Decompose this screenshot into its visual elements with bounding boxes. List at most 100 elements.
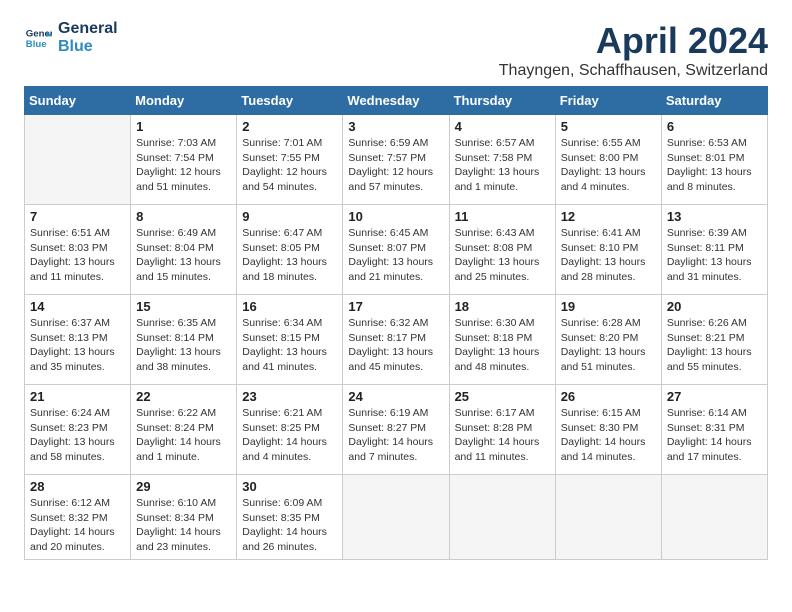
weekday-header-wednesday: Wednesday: [343, 87, 449, 115]
calendar-cell: 27 Sunrise: 6:14 AMSunset: 8:31 PMDayligh…: [661, 385, 767, 475]
calendar-cell: [25, 115, 131, 205]
calendar-cell: 8 Sunrise: 6:49 AMSunset: 8:04 PMDaylight…: [131, 205, 237, 295]
logo-general: General: [58, 20, 118, 38]
day-info: Sunrise: 6:24 AMSunset: 8:23 PMDaylight:…: [30, 406, 125, 465]
day-number: 10: [348, 209, 443, 224]
calendar-cell: 7 Sunrise: 6:51 AMSunset: 8:03 PMDaylight…: [25, 205, 131, 295]
day-info: Sunrise: 6:14 AMSunset: 8:31 PMDaylight:…: [667, 406, 762, 465]
day-info: Sunrise: 6:39 AMSunset: 8:11 PMDaylight:…: [667, 226, 762, 285]
calendar-cell: 19 Sunrise: 6:28 AMSunset: 8:20 PMDayligh…: [555, 295, 661, 385]
day-number: 7: [30, 209, 125, 224]
calendar-cell: 3Sunrise: 6:59 AMSunset: 7:57 PMDaylight…: [343, 115, 449, 205]
day-number: 20: [667, 299, 762, 314]
calendar-cell: 20 Sunrise: 6:26 AMSunset: 8:21 PMDayligh…: [661, 295, 767, 385]
calendar-cell: 13 Sunrise: 6:39 AMSunset: 8:11 PMDayligh…: [661, 205, 767, 295]
week-row-3: 14 Sunrise: 6:37 AMSunset: 8:13 PMDayligh…: [25, 295, 768, 385]
week-row-1: 1 Sunrise: 7:03 AMSunset: 7:54 PMDaylight…: [25, 115, 768, 205]
calendar-cell: 2 Sunrise: 7:01 AMSunset: 7:55 PMDaylight…: [237, 115, 343, 205]
calendar-cell: 17Sunrise: 6:32 AMSunset: 8:17 PMDayligh…: [343, 295, 449, 385]
day-info: Sunrise: 6:49 AMSunset: 8:04 PMDaylight:…: [136, 226, 231, 285]
calendar-cell: 24Sunrise: 6:19 AMSunset: 8:27 PMDayligh…: [343, 385, 449, 475]
day-number: 22: [136, 389, 231, 404]
calendar-cell: [661, 475, 767, 560]
day-info: Sunrise: 6:59 AMSunset: 7:57 PMDaylight:…: [348, 136, 443, 195]
page-header: General Blue General Blue April 2024 Tha…: [24, 20, 768, 80]
day-number: 4: [455, 119, 550, 134]
day-info: Sunrise: 6:30 AMSunset: 8:18 PMDaylight:…: [455, 316, 550, 375]
calendar-cell: 5 Sunrise: 6:55 AMSunset: 8:00 PMDaylight…: [555, 115, 661, 205]
calendar-cell: [343, 475, 449, 560]
day-number: 19: [561, 299, 656, 314]
day-number: 16: [242, 299, 337, 314]
day-number: 9: [242, 209, 337, 224]
calendar-cell: 12 Sunrise: 6:41 AMSunset: 8:10 PMDayligh…: [555, 205, 661, 295]
day-info: Sunrise: 6:10 AMSunset: 8:34 PMDaylight:…: [136, 496, 231, 555]
day-info: Sunrise: 6:26 AMSunset: 8:21 PMDaylight:…: [667, 316, 762, 375]
day-info: Sunrise: 6:21 AMSunset: 8:25 PMDaylight:…: [242, 406, 337, 465]
calendar-cell: 22Sunrise: 6:22 AMSunset: 8:24 PMDayligh…: [131, 385, 237, 475]
calendar-cell: 16 Sunrise: 6:34 AMSunset: 8:15 PMDayligh…: [237, 295, 343, 385]
calendar-cell: 30Sunrise: 6:09 AMSunset: 8:35 PMDayligh…: [237, 475, 343, 560]
day-info: Sunrise: 6:45 AMSunset: 8:07 PMDaylight:…: [348, 226, 443, 285]
calendar-cell: 6Sunrise: 6:53 AMSunset: 8:01 PMDaylight…: [661, 115, 767, 205]
calendar-cell: 11 Sunrise: 6:43 AMSunset: 8:08 PMDayligh…: [449, 205, 555, 295]
calendar-cell: 1 Sunrise: 7:03 AMSunset: 7:54 PMDaylight…: [131, 115, 237, 205]
weekday-header-friday: Friday: [555, 87, 661, 115]
day-info: Sunrise: 6:43 AMSunset: 8:08 PMDaylight:…: [455, 226, 550, 285]
day-number: 21: [30, 389, 125, 404]
day-info: Sunrise: 6:35 AMSunset: 8:14 PMDaylight:…: [136, 316, 231, 375]
calendar-cell: 25Sunrise: 6:17 AMSunset: 8:28 PMDayligh…: [449, 385, 555, 475]
calendar-cell: 4Sunrise: 6:57 AMSunset: 7:58 PMDaylight…: [449, 115, 555, 205]
weekday-header-monday: Monday: [131, 87, 237, 115]
day-number: 28: [30, 479, 125, 494]
day-info: Sunrise: 6:34 AMSunset: 8:15 PMDaylight:…: [242, 316, 337, 375]
day-number: 27: [667, 389, 762, 404]
day-info: Sunrise: 7:03 AMSunset: 7:54 PMDaylight:…: [136, 136, 231, 195]
weekday-header-sunday: Sunday: [25, 87, 131, 115]
day-number: 26: [561, 389, 656, 404]
day-number: 2: [242, 119, 337, 134]
calendar-cell: 9 Sunrise: 6:47 AMSunset: 8:05 PMDaylight…: [237, 205, 343, 295]
day-number: 8: [136, 209, 231, 224]
day-number: 17: [348, 299, 443, 314]
day-info: Sunrise: 7:01 AMSunset: 7:55 PMDaylight:…: [242, 136, 337, 195]
calendar-cell: 29 Sunrise: 6:10 AMSunset: 8:34 PMDayligh…: [131, 475, 237, 560]
calendar-cell: 14 Sunrise: 6:37 AMSunset: 8:13 PMDayligh…: [25, 295, 131, 385]
day-info: Sunrise: 6:12 AMSunset: 8:32 PMDaylight:…: [30, 496, 125, 555]
day-number: 13: [667, 209, 762, 224]
calendar-cell: 28 Sunrise: 6:12 AMSunset: 8:32 PMDayligh…: [25, 475, 131, 560]
day-info: Sunrise: 6:28 AMSunset: 8:20 PMDaylight:…: [561, 316, 656, 375]
day-info: Sunrise: 6:37 AMSunset: 8:13 PMDaylight:…: [30, 316, 125, 375]
calendar-cell: 15 Sunrise: 6:35 AMSunset: 8:14 PMDayligh…: [131, 295, 237, 385]
calendar: SundayMondayTuesdayWednesdayThursdayFrid…: [24, 86, 768, 560]
week-row-2: 7 Sunrise: 6:51 AMSunset: 8:03 PMDaylight…: [25, 205, 768, 295]
day-info: Sunrise: 6:41 AMSunset: 8:10 PMDaylight:…: [561, 226, 656, 285]
day-number: 1: [136, 119, 231, 134]
logo: General Blue General Blue: [24, 20, 118, 57]
day-number: 29: [136, 479, 231, 494]
weekday-header-saturday: Saturday: [661, 87, 767, 115]
location: Thayngen, Schaffhausen, Switzerland: [499, 62, 768, 80]
day-info: Sunrise: 6:19 AMSunset: 8:27 PMDaylight:…: [348, 406, 443, 465]
weekday-header-thursday: Thursday: [449, 87, 555, 115]
calendar-cell: 10 Sunrise: 6:45 AMSunset: 8:07 PMDayligh…: [343, 205, 449, 295]
day-number: 14: [30, 299, 125, 314]
calendar-cell: 23Sunrise: 6:21 AMSunset: 8:25 PMDayligh…: [237, 385, 343, 475]
day-info: Sunrise: 6:55 AMSunset: 8:00 PMDaylight:…: [561, 136, 656, 195]
day-number: 25: [455, 389, 550, 404]
calendar-cell: 26 Sunrise: 6:15 AMSunset: 8:30 PMDayligh…: [555, 385, 661, 475]
day-info: Sunrise: 6:15 AMSunset: 8:30 PMDaylight:…: [561, 406, 656, 465]
day-number: 6: [667, 119, 762, 134]
day-number: 18: [455, 299, 550, 314]
logo-blue: Blue: [58, 38, 118, 56]
day-info: Sunrise: 6:51 AMSunset: 8:03 PMDaylight:…: [30, 226, 125, 285]
day-number: 15: [136, 299, 231, 314]
title-block: April 2024 Thayngen, Schaffhausen, Switz…: [499, 20, 768, 80]
day-number: 11: [455, 209, 550, 224]
month-title: April 2024: [499, 20, 768, 62]
calendar-cell: [555, 475, 661, 560]
day-number: 5: [561, 119, 656, 134]
day-number: 30: [242, 479, 337, 494]
day-info: Sunrise: 6:47 AMSunset: 8:05 PMDaylight:…: [242, 226, 337, 285]
day-number: 12: [561, 209, 656, 224]
